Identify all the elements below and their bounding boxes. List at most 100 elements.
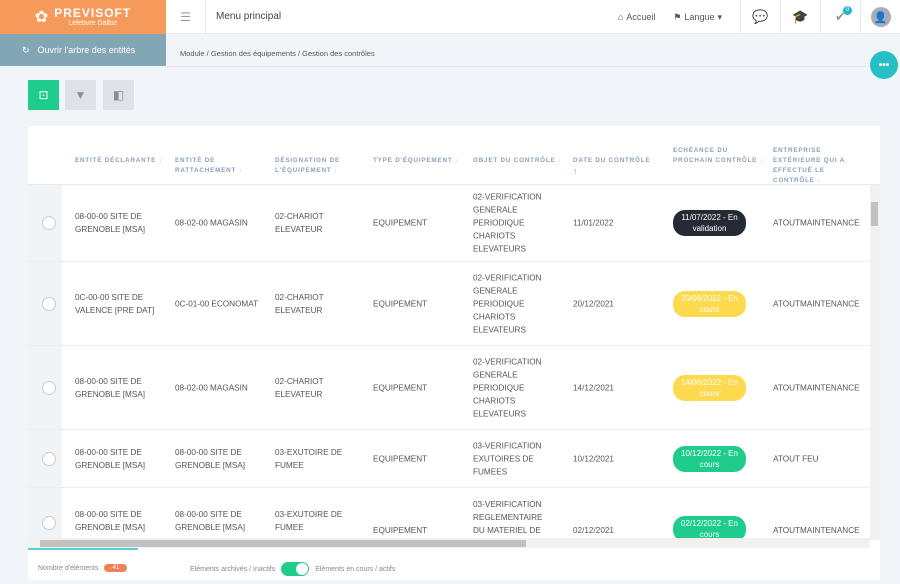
company-cell: ATOUTMAINTENANCE <box>773 299 860 308</box>
column-label: Date du contrôle <box>573 157 651 164</box>
column-label: Echéance du prochain contrôle <box>673 147 758 164</box>
row-radio[interactable] <box>42 380 56 395</box>
column-header[interactable]: Entreprise extérieure qui a effectué le … <box>773 146 865 186</box>
company-cell: ATOUT FEU <box>773 454 819 463</box>
graduation-cap-icon[interactable]: 🎓 <box>780 0 820 34</box>
sort-arrow-icon[interactable]: ↓ <box>760 157 764 164</box>
sort-arrow-icon[interactable]: ↓ <box>334 167 338 174</box>
filter-button[interactable]: ▼ <box>65 80 96 110</box>
table-cell: 08-02-00 MAGASIN <box>175 218 248 228</box>
table-row[interactable]: 08-00-00 SITE DE GRENOBLE [MSA] 08-02-00 … <box>28 185 870 262</box>
columns-icon: ◧ <box>112 88 125 102</box>
chat-icon[interactable]: 💬 <box>740 0 780 34</box>
row-select-cell <box>28 430 62 487</box>
table-row[interactable]: 08-00-00 SITE DE GRENOBLE [MSA] 08-02-00 … <box>28 346 870 430</box>
table-cell: 02-VERIFICATION GENERALE PERIODIQUE CHAR… <box>473 192 542 254</box>
row-radio[interactable] <box>42 216 56 230</box>
column-header[interactable]: Entité de rattachement ↓ <box>175 156 267 176</box>
table-cell: 02-VERIFICATION GENERALE PERIODIQUE CHAR… <box>473 357 542 418</box>
table-cell: 02-CHARIOT ELEVATEUR <box>275 376 324 399</box>
column-label: Désignation de l'équipement <box>275 157 340 174</box>
filter-icon: ▼ <box>74 88 87 102</box>
vertical-scrollbar[interactable] <box>870 185 880 540</box>
controls-table: Entité déclarante ↓ Entité de rattachemen… <box>28 126 880 548</box>
column-header[interactable]: Echéance du prochain contrôle ↓ <box>673 146 765 166</box>
table-cell: 03-VERIFICATION EXUTOIRES DE FUMEES <box>473 441 542 476</box>
row-radio[interactable] <box>42 515 56 530</box>
divider <box>166 66 900 67</box>
language-label: Langue <box>684 12 715 22</box>
table-cell: 03-EXUTOIRE DE FUMEE <box>275 447 343 470</box>
column-header[interactable]: Désignation de l'équipement ↓ <box>275 156 367 176</box>
table-row[interactable]: 08-00-00 SITE DE GRENOBLE [MSA] 08-00-00 … <box>28 488 870 540</box>
table-cell: 08-02-00 MAGASIN <box>175 383 248 392</box>
more-options-button[interactable]: ••• <box>870 51 898 79</box>
row-radio[interactable] <box>42 451 56 466</box>
user-menu[interactable]: 👤 <box>860 0 900 34</box>
table-cell: 08-00-00 SITE DE GRENOBLE [MSA] <box>75 376 146 399</box>
table-cell: 08-00-00 SITE DE GRENOBLE [MSA] <box>175 510 246 532</box>
logo[interactable]: ✿ PREVISOFT Lefebvre Dalloz <box>0 0 166 34</box>
table-row[interactable]: 08-00-00 SITE DE GRENOBLE [MSA] 08-00-00 … <box>28 430 870 488</box>
row-select-cell <box>28 488 62 540</box>
sort-arrow-icon[interactable]: ↓ <box>239 167 243 174</box>
status-badge: 20/06/2022 - En cours <box>673 290 746 317</box>
row-radio[interactable] <box>42 296 56 311</box>
notification-badge: 0 <box>843 6 852 15</box>
table-cell: EQUIPEMENT <box>373 299 428 308</box>
sort-arrow-icon[interactable]: ↓ <box>817 177 821 184</box>
table-body: 08-00-00 SITE DE GRENOBLE [MSA] 08-02-00 … <box>28 185 870 540</box>
horizontal-scrollbar[interactable] <box>28 538 870 548</box>
table-row[interactable]: 0C-00-00 SITE DE VALENCE [PRE DAT] 0C-01-… <box>28 262 870 346</box>
sort-arrow-icon[interactable]: ↓ <box>455 157 459 164</box>
active-archived-toggle[interactable] <box>281 562 310 576</box>
home-label: Accueil <box>626 12 656 22</box>
table-cell: EQUIPEMENT <box>373 383 428 392</box>
columns-button[interactable]: ◧ <box>103 80 134 110</box>
home-link[interactable]: ⌂ Accueil <box>618 12 655 22</box>
table-footer: Nombre d'éléments 41 Eléments archivés / … <box>28 548 880 580</box>
horizontal-scroll-thumb[interactable] <box>40 540 526 547</box>
column-header[interactable]: Type d'équipement ↓ <box>373 156 465 166</box>
logo-sub: Lefebvre Dalloz <box>68 19 118 27</box>
logo-name: PREVISOFT <box>54 5 132 20</box>
breadcrumb: Module / Gestion des équipements / Gesti… <box>180 49 375 58</box>
company-cell: ATOUTMAINTENANCE <box>773 383 860 392</box>
sort-arrow-icon[interactable]: ↑ <box>573 166 578 176</box>
column-label: Type d'équipement <box>373 157 453 164</box>
tasks-check-icon[interactable]: ✔ 0 <box>820 0 860 34</box>
column-header[interactable]: Date du contrôle ↑ <box>573 156 683 178</box>
flag-icon: ⚑ <box>673 11 682 22</box>
avatar-icon: 👤 <box>870 7 891 27</box>
row-select-cell <box>28 262 62 345</box>
table-cell: 02-CHARIOT ELEVATEUR <box>275 292 324 315</box>
sort-arrow-icon[interactable]: ↓ <box>558 157 562 164</box>
column-label: Entité déclarante <box>75 157 157 164</box>
menu-title: Menu principal <box>216 11 282 22</box>
status-badge: 14/06/2022 - En cours <box>673 374 746 401</box>
menu-toggle-icon[interactable]: ☰ <box>166 0 206 34</box>
column-header[interactable]: Objet du contrôle ↓ <box>473 156 565 166</box>
table-cell: 08-00-00 SITE DE GRENOBLE [MSA] <box>175 447 246 470</box>
tree-icon: ↻ <box>22 44 30 55</box>
add-icon: ⊡ <box>38 88 49 102</box>
table-cell: 02-VERIFICATION GENERALE PERIODIQUE CHAR… <box>473 273 542 334</box>
table-cell: 02/12/2021 <box>573 526 614 535</box>
column-header[interactable]: Entité déclarante ↓ <box>75 156 167 166</box>
tree-button-label: Ouvrir l'arbre des entités <box>37 45 136 55</box>
add-button[interactable]: ⊡ <box>28 80 59 110</box>
column-label: Entreprise extérieure qui a effectué le … <box>773 147 845 184</box>
table-cell: 14/12/2021 <box>573 383 614 392</box>
company-cell: ATOUTMAINTENANCE <box>773 526 860 535</box>
table-cell: 0C-01-00 ECONOMAT <box>175 299 259 308</box>
open-entity-tree-button[interactable]: ↻ Ouvrir l'arbre des entités <box>0 34 166 66</box>
language-dropdown[interactable]: ⚑ Langue ▾ <box>673 12 722 23</box>
table-cell: 08-00-00 SITE DE GRENOBLE [MSA] <box>75 447 146 470</box>
top-bar: ✿ PREVISOFT Lefebvre Dalloz ☰ Menu princi… <box>0 0 900 34</box>
table-cell: 10/12/2021 <box>573 454 614 463</box>
vertical-scroll-thumb[interactable] <box>871 202 878 226</box>
company-cell: ATOUTMAINTENANCE <box>773 218 860 228</box>
sort-arrow-icon[interactable]: ↓ <box>159 157 163 164</box>
column-label: Entité de rattachement <box>175 157 237 174</box>
footer-accent <box>28 548 138 550</box>
